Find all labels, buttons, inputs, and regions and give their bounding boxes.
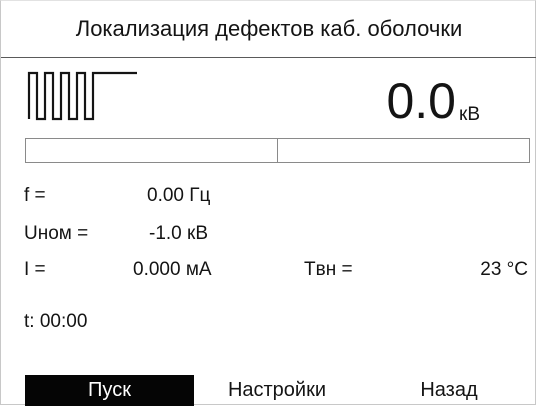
tvn-label: Tвн = [304, 259, 353, 280]
tvn-value: 23 °C [480, 259, 528, 280]
screen-title: Локализация дефектов каб. оболочки [1, 1, 536, 58]
device-screen: Локализация дефектов каб. оболочки 0.0 к… [0, 0, 536, 406]
voltage-progress-bar [25, 138, 530, 163]
unom-label: Uном = [24, 223, 89, 244]
unom-value: -1.0 кВ [149, 223, 209, 244]
bottom-button-bar: Пуск Настройки Назад [1, 375, 536, 406]
start-button[interactable]: Пуск [25, 375, 194, 406]
frequency-value: 0.00 Гц [147, 185, 211, 206]
timer: t: 00:00 [24, 311, 88, 332]
progress-center-marker [277, 139, 278, 162]
square-wave-icon [27, 71, 137, 121]
current-label: I = [24, 259, 46, 280]
frequency-label: f = [24, 185, 46, 206]
back-button[interactable]: Назад [379, 375, 519, 406]
settings-button[interactable]: Настройки [201, 375, 353, 406]
voltage-unit: кВ [459, 104, 480, 125]
current-value: 0.000 мА [133, 259, 212, 280]
voltage-value: 0.0 [386, 73, 456, 129]
